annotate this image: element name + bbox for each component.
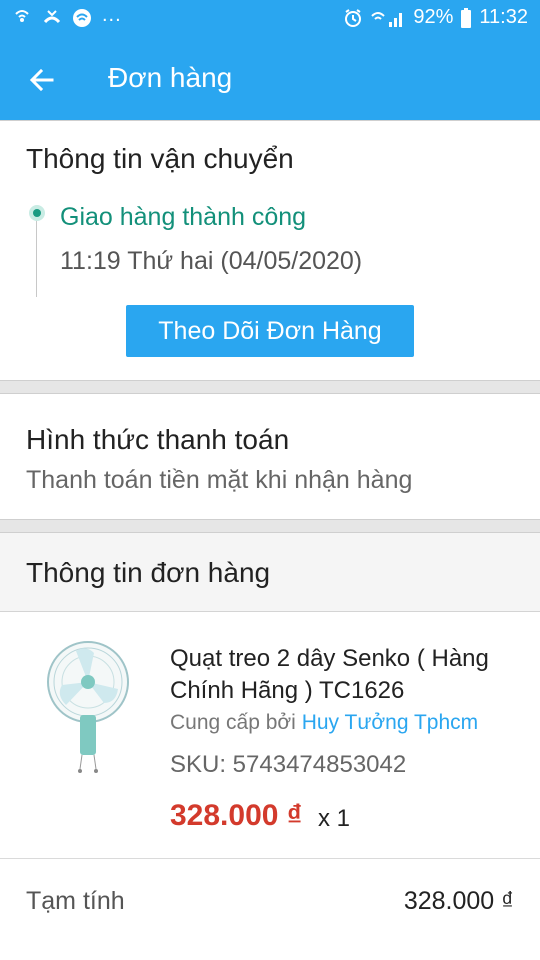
status-bar: ... 92% 11:32 [0,0,540,40]
shipping-status: Giao hàng thành công [60,203,307,231]
alarm-icon [345,8,362,27]
track-order-button[interactable]: Theo Dõi Đơn Hàng [126,305,414,357]
payment-title: Hình thức thanh toán [26,424,290,455]
app-bar: Đơn hàng [0,40,540,120]
supplier-prefix: Cung cấp bởi [170,711,296,734]
arrow-left-icon [29,68,54,92]
product-quantity: x 1 [318,805,351,832]
timeline-dot-icon [29,205,45,221]
subtotal-label: Tạm tính [26,887,125,915]
shipping-title: Thông tin vận chuyển [26,143,294,174]
order-card: Thông tin đơn hàng Quạt treo 2 dây Senko… [0,532,540,960]
payment-card: Hình thức thanh toán Thanh toán tiền mặt… [0,393,540,520]
subtotal-value: 328.000 ₫ [403,887,514,915]
page-title: Đơn hàng [108,62,233,93]
back-button[interactable] [22,60,62,100]
wifi-icon [73,9,91,27]
status-right: 92% 11:32 [343,6,528,29]
missed-call-icon [43,10,61,24]
product-sku: SKU: 5743474853042 [170,751,407,778]
shipping-card: Thông tin vận chuyển Giao hàng thành côn… [0,120,540,381]
product-name[interactable]: Quạt treo 2 dây Senko ( Hàng Chính Hãng … [170,643,530,707]
wall-fan-image[interactable] [26,637,156,777]
order-header: Thông tin đơn hàng [0,533,540,612]
battery-percent: 92% [413,6,454,28]
order-title: Thông tin đơn hàng [26,557,271,588]
timeline-line [36,213,37,297]
clock: 11:32 [479,6,528,28]
battery-icon [461,7,472,28]
wifi-call-icon [15,10,29,22]
product-supplier: Cung cấp bởi Huy Tưởng Tphcm [170,711,478,735]
payment-method: Thanh toán tiền mặt khi nhận hàng [26,466,413,494]
shipping-time: 11:19 Thứ hai (04/05/2020) [60,247,363,275]
notification-dots: ... [102,3,122,26]
signal-icon [371,11,403,27]
supplier-link[interactable]: Huy Tưởng Tphcm [302,711,478,734]
product-price: 328.000 ₫ [170,799,303,832]
divider [0,858,540,859]
status-left: ... [12,4,122,28]
